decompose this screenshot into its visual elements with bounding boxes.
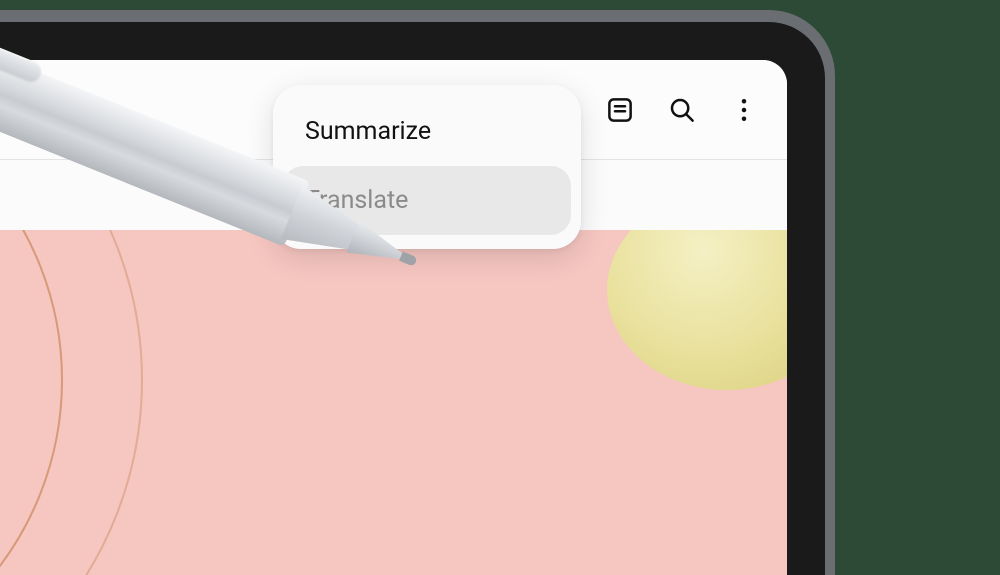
stylus-tip-cone — [346, 221, 411, 274]
decorative-ring — [0, 230, 143, 575]
search-icon[interactable] — [665, 93, 699, 127]
marketing-stage: ES Summarize Translate — [0, 0, 1000, 575]
list-panel-icon[interactable] — [603, 93, 637, 127]
stylus-nib — [399, 252, 418, 267]
decorative-food-item — [607, 230, 787, 390]
more-vertical-icon[interactable] — [727, 93, 761, 127]
